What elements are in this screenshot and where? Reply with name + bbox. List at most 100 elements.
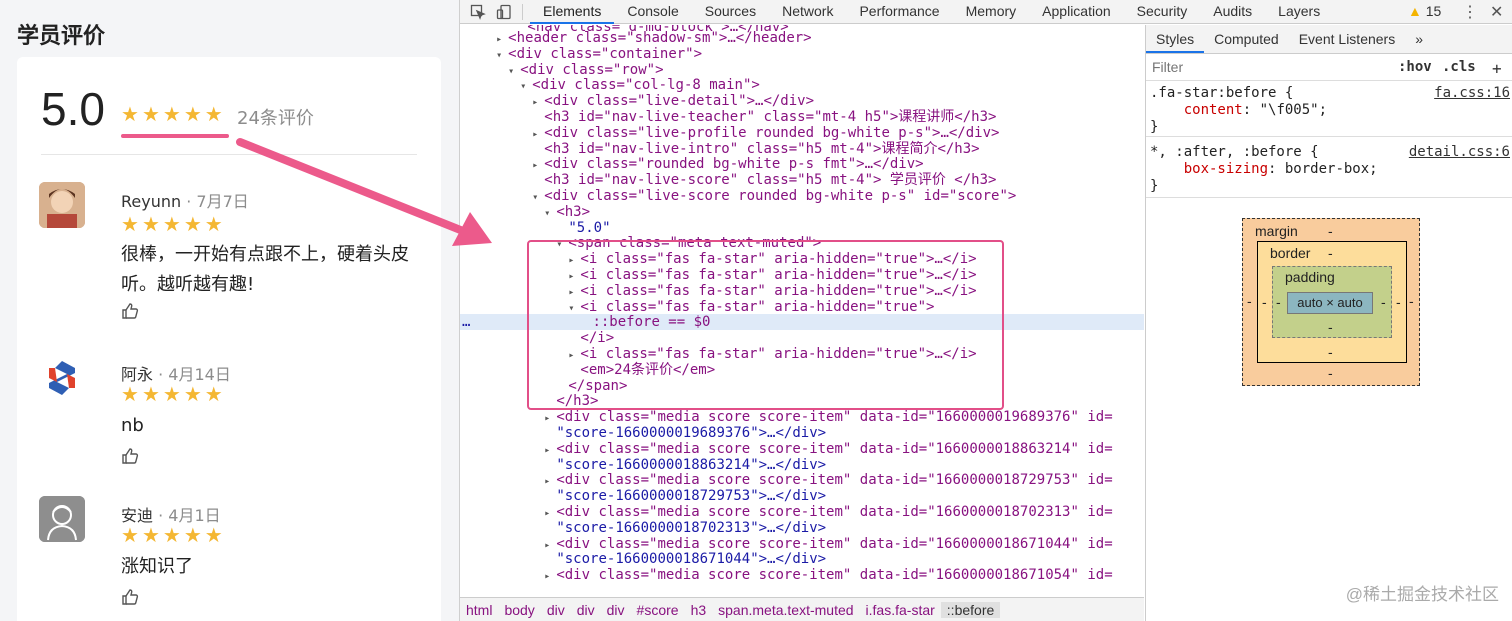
tree-line[interactable]: ▸ <div class="rounded bg-white p-s fmt">… bbox=[460, 156, 1144, 172]
expand-toggle-icon[interactable]: ▸ bbox=[460, 160, 544, 171]
review-count: 24条评价 bbox=[237, 108, 314, 129]
breadcrumb-item[interactable]: i.fas.fa-star bbox=[860, 602, 941, 618]
hov-button[interactable]: :hov bbox=[1398, 59, 1432, 75]
review-item: Reyunn · 7月7日 ★ ★ ★ ★ ★ 很棒，一开始有点跟不上，硬着头皮听。越听… bbox=[39, 182, 429, 322]
thumbs-up-icon[interactable] bbox=[121, 447, 139, 465]
tab-computed[interactable]: Computed bbox=[1204, 25, 1289, 53]
breadcrumb-item[interactable]: #score bbox=[631, 602, 685, 618]
box-model-padding[interactable]: padding - - - auto × auto bbox=[1272, 266, 1392, 338]
close-icon[interactable]: ✕ bbox=[1490, 2, 1503, 22]
avatar[interactable] bbox=[39, 496, 85, 542]
expand-toggle-icon[interactable]: ▸ bbox=[460, 413, 556, 424]
border-left-value: - bbox=[1262, 294, 1267, 310]
tab-event-listeners[interactable]: Event Listeners bbox=[1289, 25, 1406, 53]
expand-toggle-icon[interactable]: ▾ bbox=[460, 81, 532, 92]
property-value: "\f005"; bbox=[1259, 102, 1328, 118]
tab-performance[interactable]: Performance bbox=[846, 0, 952, 24]
tree-line[interactable]: ▸ <div class="media score score-item" da… bbox=[460, 536, 1144, 552]
breadcrumb-item[interactable]: span.meta.text-muted bbox=[712, 602, 859, 618]
inspect-element-icon[interactable] bbox=[470, 4, 486, 20]
expand-toggle-icon[interactable]: ▾ bbox=[460, 50, 508, 61]
tab-security[interactable]: Security bbox=[1124, 0, 1201, 24]
tree-line[interactable]: "score-1660000018729753">…</div> bbox=[460, 488, 1144, 504]
average-score: 5.0 bbox=[41, 83, 105, 135]
add-rule-button[interactable]: + bbox=[1492, 59, 1502, 78]
cls-button[interactable]: .cls bbox=[1442, 59, 1476, 75]
tree-line[interactable]: ▸ <div class="media score score-item" da… bbox=[460, 504, 1144, 520]
breadcrumb-item[interactable]: div bbox=[601, 602, 631, 618]
tab-elements[interactable]: Elements bbox=[530, 0, 615, 24]
tree-line[interactable]: <h3 id="nav-live-score" class="h5 mt-4">… bbox=[460, 172, 1144, 188]
warning-counter[interactable]: ▲ 15 bbox=[1408, 3, 1441, 19]
expand-toggle-icon[interactable]: ▸ bbox=[460, 129, 544, 140]
tree-line[interactable]: ▸ <div class="live-profile rounded bg-wh… bbox=[460, 125, 1144, 141]
tab-sources[interactable]: Sources bbox=[692, 0, 769, 24]
device-toggle-icon[interactable] bbox=[496, 4, 512, 20]
expand-toggle-icon[interactable]: ▸ bbox=[460, 571, 556, 582]
style-rule: *, :after, :before { detail.css:6 box-si… bbox=[1146, 144, 1512, 198]
tab-application[interactable]: Application bbox=[1029, 0, 1124, 24]
breadcrumb-item[interactable]: div bbox=[571, 602, 601, 618]
sidebar-tabs: Styles Computed Event Listeners » bbox=[1146, 25, 1512, 54]
tree-line[interactable]: ▸ <div class="media score score-item" da… bbox=[460, 409, 1144, 425]
star-icon: ★ bbox=[141, 382, 160, 406]
border-top-value: - bbox=[1328, 245, 1333, 261]
tree-line[interactable]: ▾ <div class="row"> bbox=[460, 62, 1144, 78]
tree-line[interactable]: "score-1660000018863214">…</div> bbox=[460, 457, 1144, 473]
tree-line[interactable]: "5.0" bbox=[460, 220, 1144, 236]
tree-line[interactable]: ▸ <div class="media score score-item" da… bbox=[460, 567, 1144, 583]
tree-line[interactable]: ▸ <div class="live-detail">…</div> bbox=[460, 93, 1144, 109]
box-model-border[interactable]: border - - - - padding - - - auto × auto bbox=[1257, 241, 1407, 363]
more-tabs-button[interactable]: » bbox=[1405, 25, 1433, 53]
thumbs-up-icon[interactable] bbox=[121, 588, 139, 606]
devtools-toolbar: Elements Console Sources Network Perform… bbox=[460, 0, 1512, 24]
avatar[interactable] bbox=[39, 355, 85, 401]
tree-line[interactable]: ▸ <div class="media score score-item" da… bbox=[460, 472, 1144, 488]
expand-toggle-icon[interactable]: ▾ bbox=[460, 66, 520, 77]
expand-toggle-icon[interactable]: ▸ bbox=[460, 508, 556, 519]
breadcrumb-item[interactable]: ::before bbox=[940, 601, 1001, 618]
tab-console[interactable]: Console bbox=[614, 0, 691, 24]
filter-input[interactable] bbox=[1152, 59, 1382, 75]
review-item: 安迪 · 4月1日 ★ ★ ★ ★ ★ 涨知识了 bbox=[39, 496, 429, 621]
tab-memory[interactable]: Memory bbox=[953, 0, 1030, 24]
breadcrumb-item[interactable]: div bbox=[541, 602, 571, 618]
tree-line[interactable]: ▾ <div class="live-score rounded bg-whit… bbox=[460, 188, 1144, 204]
breadcrumb-item[interactable]: html bbox=[460, 602, 498, 618]
expand-toggle-icon[interactable]: ▸ bbox=[460, 445, 556, 456]
rule-source-link[interactable]: fa.css:16 bbox=[1434, 85, 1510, 101]
tree-line[interactable]: ▾ <div class="col-lg-8 main"> bbox=[460, 77, 1144, 93]
expand-toggle-icon[interactable]: ▾ bbox=[460, 192, 544, 203]
rule-declaration[interactable]: box-sizing: border-box; bbox=[1146, 161, 1512, 178]
expand-toggle-icon[interactable]: ▸ bbox=[460, 34, 508, 45]
tab-styles[interactable]: Styles bbox=[1146, 25, 1205, 53]
tab-network[interactable]: Network bbox=[769, 0, 846, 24]
thumbs-up-icon[interactable] bbox=[121, 302, 139, 320]
tree-line[interactable]: "score-1660000018702313">…</div> bbox=[460, 520, 1144, 536]
review-text: nb bbox=[121, 415, 144, 436]
tree-line[interactable]: <h3 id="nav-live-teacher" class="mt-4 h5… bbox=[460, 109, 1144, 125]
expand-toggle-icon[interactable]: ▸ bbox=[460, 476, 556, 487]
expand-toggle-icon[interactable]: ▸ bbox=[460, 97, 544, 108]
tab-audits[interactable]: Audits bbox=[1200, 0, 1265, 24]
more-actions-icon[interactable]: … bbox=[462, 314, 470, 330]
more-options-icon[interactable]: ⋮ bbox=[1462, 2, 1478, 22]
tree-line[interactable]: <h3 id="nav-live-intro" class="h5 mt-4">… bbox=[460, 141, 1144, 157]
expand-toggle-icon[interactable]: ▾ bbox=[460, 208, 556, 219]
expand-toggle-icon[interactable]: ▸ bbox=[460, 540, 556, 551]
breadcrumb-item[interactable]: body bbox=[498, 602, 540, 618]
box-model-content[interactable]: auto × auto bbox=[1287, 292, 1373, 314]
tree-line[interactable]: ▸ <div class="media score score-item" da… bbox=[460, 441, 1144, 457]
avatar[interactable] bbox=[39, 182, 85, 228]
node-markup: <div class="media score score-item" data… bbox=[556, 440, 1113, 457]
tab-layers[interactable]: Layers bbox=[1265, 0, 1333, 24]
tree-line[interactable]: ▸ <header class="shadow-sm">…</header> bbox=[460, 30, 1144, 46]
breadcrumb-item[interactable]: h3 bbox=[685, 602, 713, 618]
tree-line[interactable]: ▾ <h3> bbox=[460, 204, 1144, 220]
box-model-margin[interactable]: margin - - - - border - - - - padding - … bbox=[1242, 218, 1420, 386]
rule-source-link[interactable]: detail.css:6 bbox=[1409, 144, 1510, 160]
tree-line[interactable]: "score-1660000019689376">…</div> bbox=[460, 425, 1144, 441]
tree-line[interactable]: "score-1660000018671044">…</div> bbox=[460, 551, 1144, 567]
rule-declaration[interactable]: content: "\f005"; bbox=[1146, 102, 1512, 119]
tree-line[interactable]: ▾ <div class="container"> bbox=[460, 46, 1144, 62]
